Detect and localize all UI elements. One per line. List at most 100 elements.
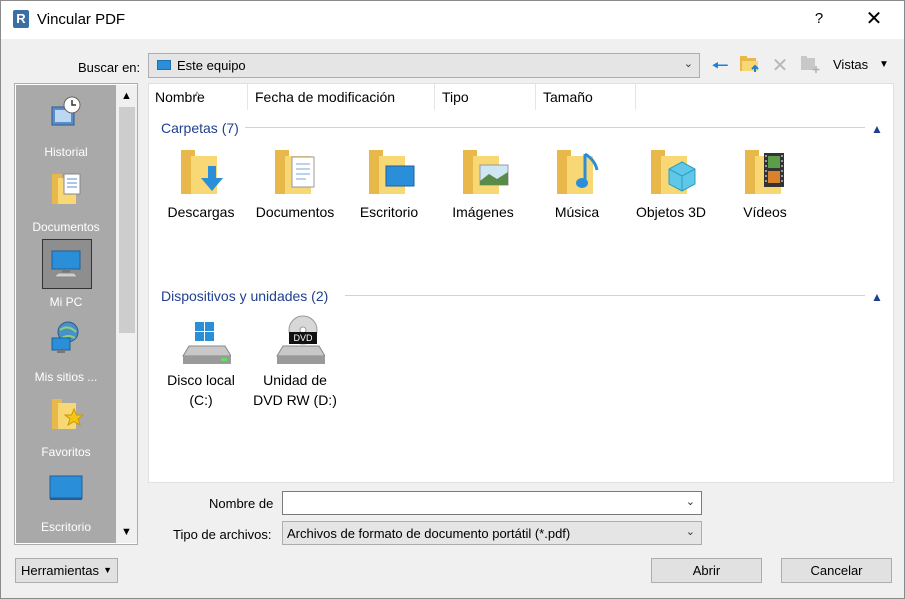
place-label: Favoritos bbox=[41, 445, 91, 459]
file-name-input[interactable]: ⌄ bbox=[282, 491, 702, 515]
place-label: Mis sitios ... bbox=[34, 370, 98, 384]
item-name-line1: Disco local bbox=[167, 372, 235, 388]
hard-drive-icon bbox=[175, 310, 231, 366]
column-header-name[interactable]: ^ Nombre bbox=[149, 84, 248, 110]
up-folder-icon[interactable] bbox=[737, 53, 763, 79]
downloads-folder-icon bbox=[175, 142, 227, 198]
desktop-icon bbox=[49, 475, 83, 500]
drive-item-local-disk[interactable]: Disco local (C:) bbox=[155, 310, 247, 410]
3d-objects-folder-icon bbox=[645, 142, 697, 198]
computer-icon bbox=[51, 250, 81, 278]
place-documents[interactable]: Documentos bbox=[16, 164, 116, 238]
help-button[interactable]: ? bbox=[807, 7, 831, 31]
dialog-window: R Vincular PDF ? ✕ Buscar en: Este equip… bbox=[0, 0, 905, 599]
documents-icon bbox=[52, 173, 81, 204]
dvd-drive-icon: DVD bbox=[269, 310, 325, 366]
cancel-button[interactable]: Cancelar bbox=[781, 558, 892, 583]
file-type-value: Archivos de formato de documento portáti… bbox=[287, 526, 571, 541]
network-sites-icon bbox=[51, 321, 79, 353]
column-label: Fecha de modificación bbox=[255, 89, 396, 105]
new-folder-icon[interactable] bbox=[797, 53, 823, 79]
open-button[interactable]: Abrir bbox=[651, 558, 762, 583]
item-name-line2: (C:) bbox=[189, 392, 213, 408]
cancel-label: Cancelar bbox=[810, 563, 863, 578]
collapse-icon[interactable]: ▲ bbox=[871, 290, 883, 304]
documents-folder-icon bbox=[269, 142, 321, 198]
item-name: Música bbox=[554, 204, 600, 220]
column-header-size[interactable]: Tamaño bbox=[537, 84, 636, 110]
place-label: Mi PC bbox=[49, 295, 83, 309]
scroll-down-icon[interactable]: ▼ bbox=[116, 521, 137, 543]
svg-text:DVD: DVD bbox=[293, 333, 313, 343]
look-in-dropdown[interactable]: Este equipo ⌄ bbox=[148, 53, 700, 78]
folder-item-music[interactable]: Música bbox=[531, 142, 623, 222]
place-label: Documentos bbox=[32, 220, 100, 234]
place-history[interactable]: Historial bbox=[16, 89, 116, 163]
item-name: Vídeos bbox=[743, 204, 787, 220]
places-scrollbar[interactable]: ▲ ▼ bbox=[116, 85, 137, 543]
scroll-thumb[interactable] bbox=[119, 107, 135, 333]
item-name: Escritorio bbox=[359, 204, 419, 220]
place-favorites[interactable]: Favoritos bbox=[16, 389, 116, 463]
file-name-label: Nombre de bbox=[209, 496, 274, 511]
column-header-date[interactable]: Fecha de modificación bbox=[249, 84, 435, 110]
tools-button[interactable]: Herramientas ▼ bbox=[15, 558, 118, 583]
folder-item-downloads[interactable]: Descargas bbox=[155, 142, 247, 222]
look-in-value: Este equipo bbox=[177, 58, 246, 73]
item-name: Disco local (C:) bbox=[155, 370, 247, 410]
views-menu-button[interactable]: Vistas bbox=[833, 57, 868, 72]
folder-item-pictures[interactable]: Imágenes bbox=[437, 142, 529, 222]
back-icon[interactable]: 🠔 bbox=[707, 53, 733, 79]
favorites-icon bbox=[52, 399, 84, 429]
item-name: Imágenes bbox=[452, 204, 514, 220]
chevron-down-icon[interactable]: ⌄ bbox=[686, 495, 695, 508]
delete-icon[interactable]: ✕ bbox=[767, 53, 793, 79]
place-label: Escritorio bbox=[40, 520, 91, 534]
pictures-folder-icon bbox=[457, 142, 509, 198]
column-header-type[interactable]: Tipo bbox=[436, 84, 536, 110]
place-label: Historial bbox=[44, 145, 88, 159]
look-in-label: Buscar en: bbox=[78, 60, 141, 75]
file-type-select[interactable]: Archivos de formato de documento portáti… bbox=[282, 521, 702, 545]
history-icon bbox=[51, 96, 81, 126]
chevron-down-icon: ⌄ bbox=[683, 58, 693, 70]
file-type-label: Tipo de archivos: bbox=[173, 527, 272, 542]
item-name: Unidad de DVD RW (D:) bbox=[249, 370, 341, 410]
music-folder-icon bbox=[551, 142, 603, 198]
group-header-devices[interactable]: Dispositivos y unidades (2) bbox=[161, 288, 328, 304]
item-name: Documentos bbox=[255, 204, 335, 220]
folder-item-desktop[interactable]: Escritorio bbox=[343, 142, 435, 222]
item-name: Objetos 3D bbox=[635, 204, 707, 220]
collapse-icon[interactable]: ▲ bbox=[871, 122, 883, 136]
views-label: Vistas bbox=[833, 57, 869, 72]
place-desktop[interactable]: Escritorio bbox=[16, 464, 116, 538]
views-dropdown-arrow-icon[interactable]: ▼ bbox=[879, 59, 889, 70]
folder-item-videos[interactable]: Vídeos bbox=[719, 142, 811, 222]
places-bar: Historial Documentos Mi PC Mis sitios ..… bbox=[14, 83, 138, 545]
item-name-line2: DVD RW (D:) bbox=[253, 392, 337, 408]
drive-item-dvd[interactable]: DVD Unidad de DVD RW (D:) bbox=[249, 310, 341, 410]
window-title: Vincular PDF bbox=[37, 11, 126, 28]
close-button[interactable]: ✕ bbox=[859, 5, 889, 33]
folder-item-documents[interactable]: Documentos bbox=[249, 142, 341, 222]
group-divider bbox=[245, 127, 865, 128]
item-name-line1: Unidad de bbox=[263, 372, 327, 388]
chevron-down-icon: ⌄ bbox=[685, 526, 695, 538]
place-my-sites[interactable]: Mis sitios ... bbox=[16, 314, 116, 388]
scroll-up-icon[interactable]: ▲ bbox=[116, 85, 137, 107]
group-divider bbox=[345, 295, 865, 296]
open-label: Abrir bbox=[692, 563, 721, 578]
column-label: Tipo bbox=[442, 89, 469, 105]
places-list: Historial Documentos Mi PC Mis sitios ..… bbox=[16, 85, 116, 543]
item-name: Descargas bbox=[167, 204, 235, 220]
tools-label: Herramientas bbox=[21, 563, 100, 578]
dropdown-arrow-icon: ▼ bbox=[103, 565, 112, 575]
group-header-folders[interactable]: Carpetas (7) bbox=[161, 120, 239, 136]
computer-icon bbox=[157, 60, 171, 70]
place-my-pc[interactable]: Mi PC bbox=[16, 239, 116, 313]
revit-app-icon: R bbox=[13, 10, 29, 28]
sort-ascending-icon: ^ bbox=[195, 90, 200, 100]
folder-item-3d-objects[interactable]: Objetos 3D bbox=[625, 142, 717, 222]
column-label: Tamaño bbox=[543, 89, 593, 105]
file-list: ^ Nombre Fecha de modificación Tipo Tama… bbox=[148, 83, 894, 483]
